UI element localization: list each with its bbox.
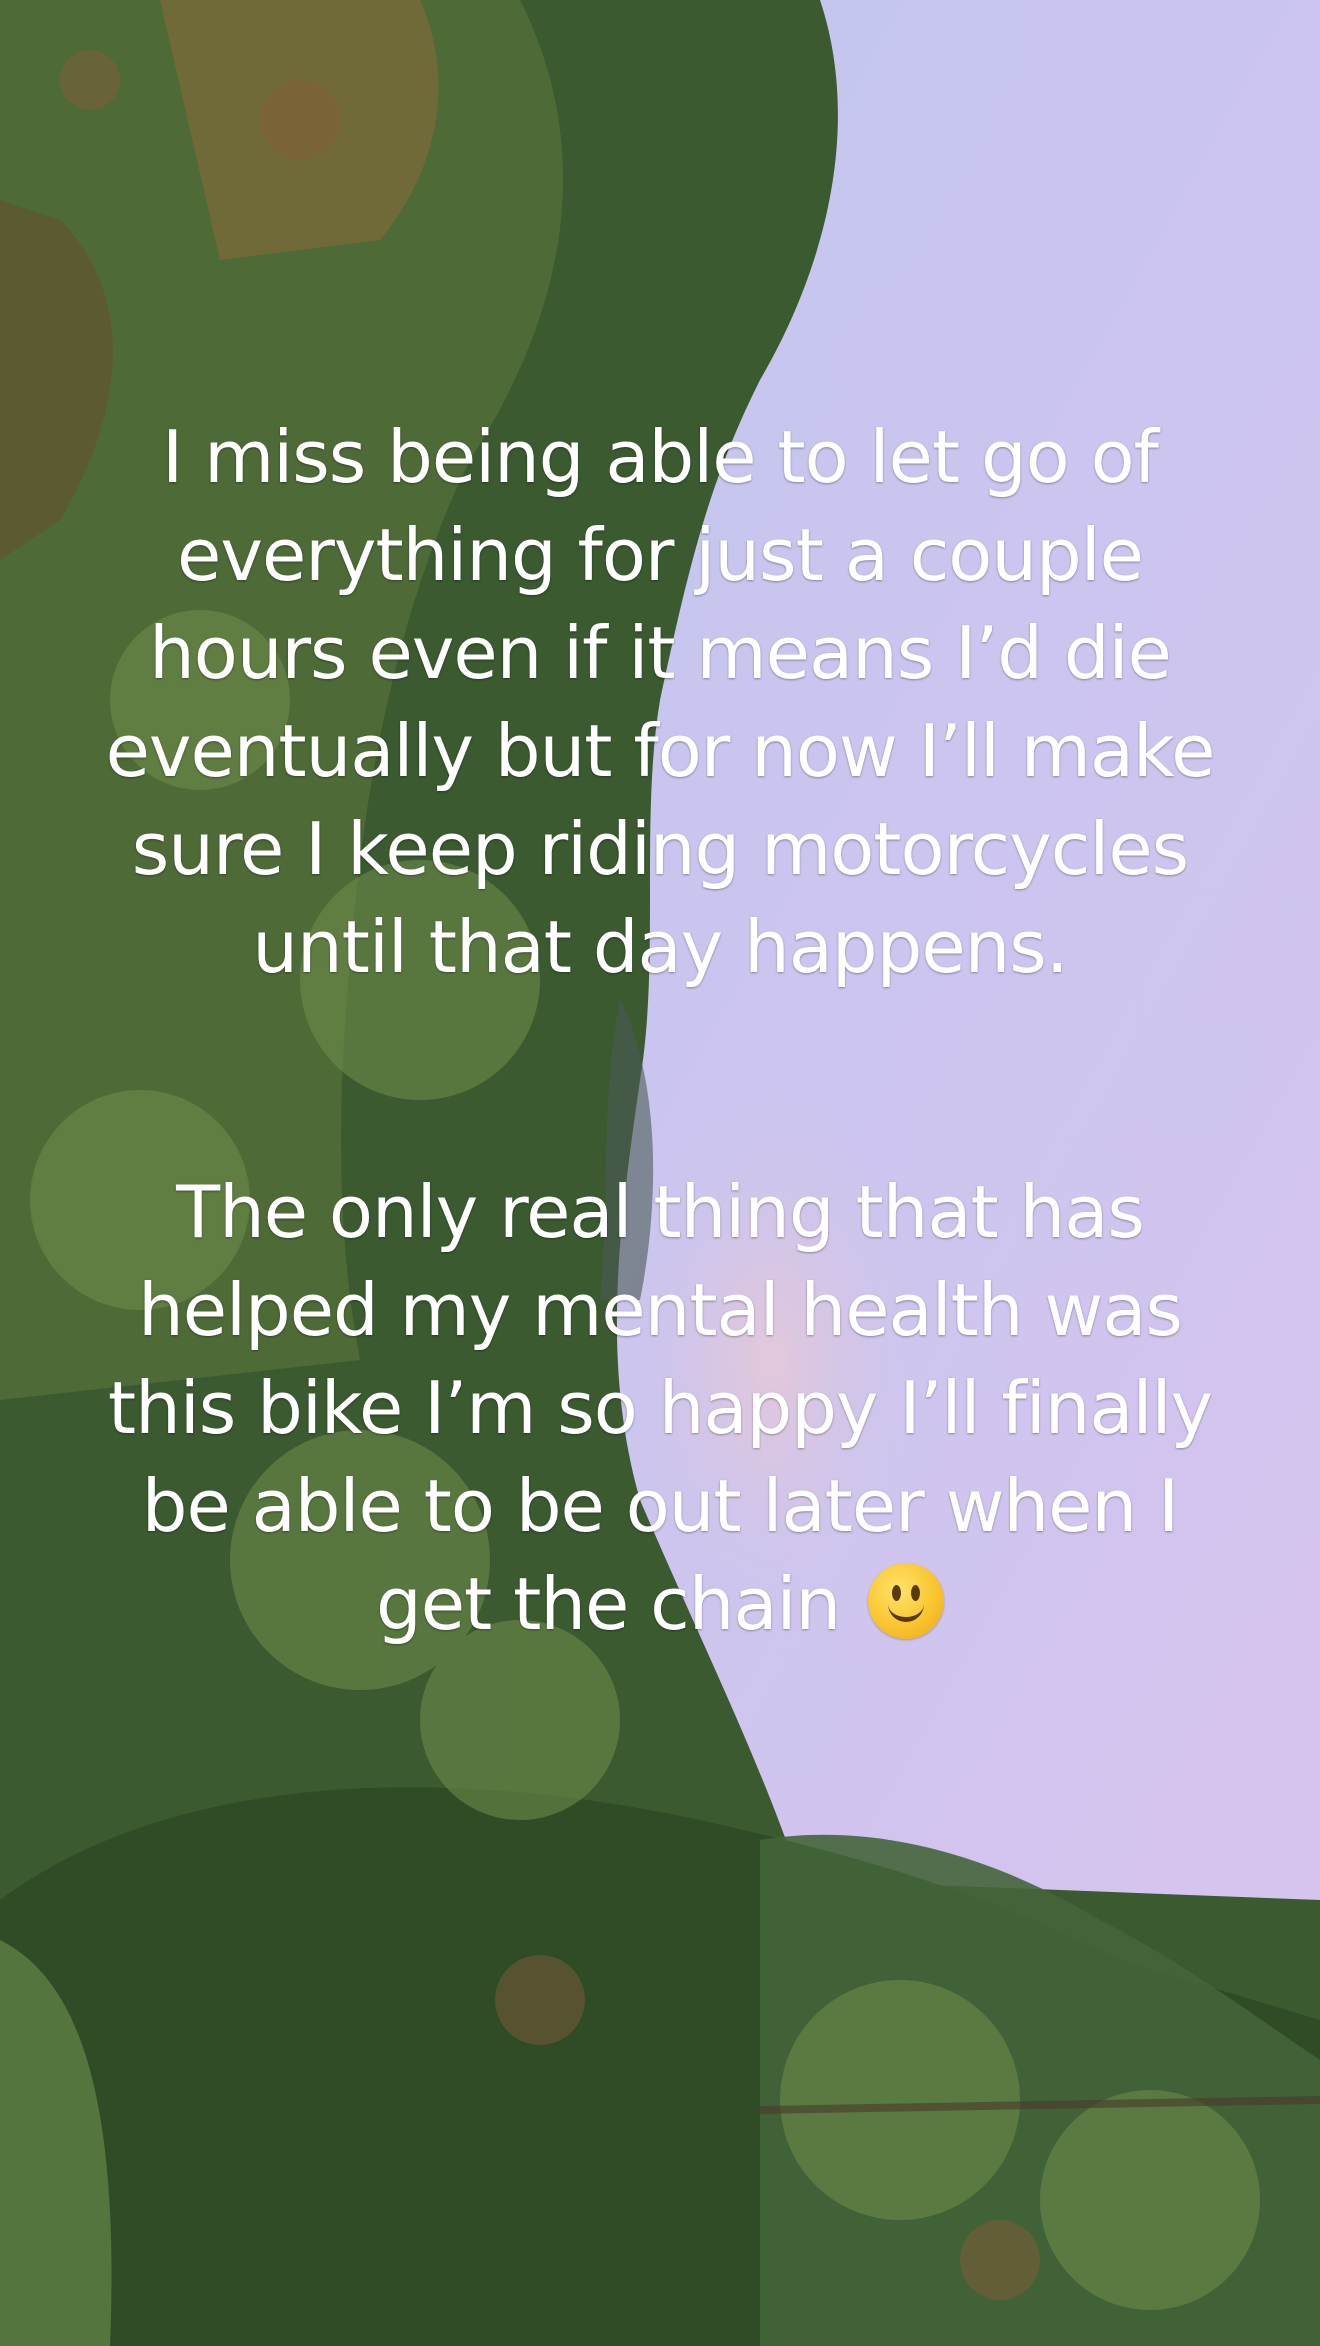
slightly-smiling-face-icon [868, 1563, 945, 1639]
caption-paragraph-2-text: The only real thing that has helped my m… [107, 1170, 1213, 1646]
caption-paragraph-1: I miss being able to let go of everythin… [105, 415, 1216, 989]
caption-paragraph-2: The only real thing that has helped my m… [90, 1163, 1230, 1653]
background-photo: I miss being able to let go of everythin… [0, 0, 1320, 2346]
